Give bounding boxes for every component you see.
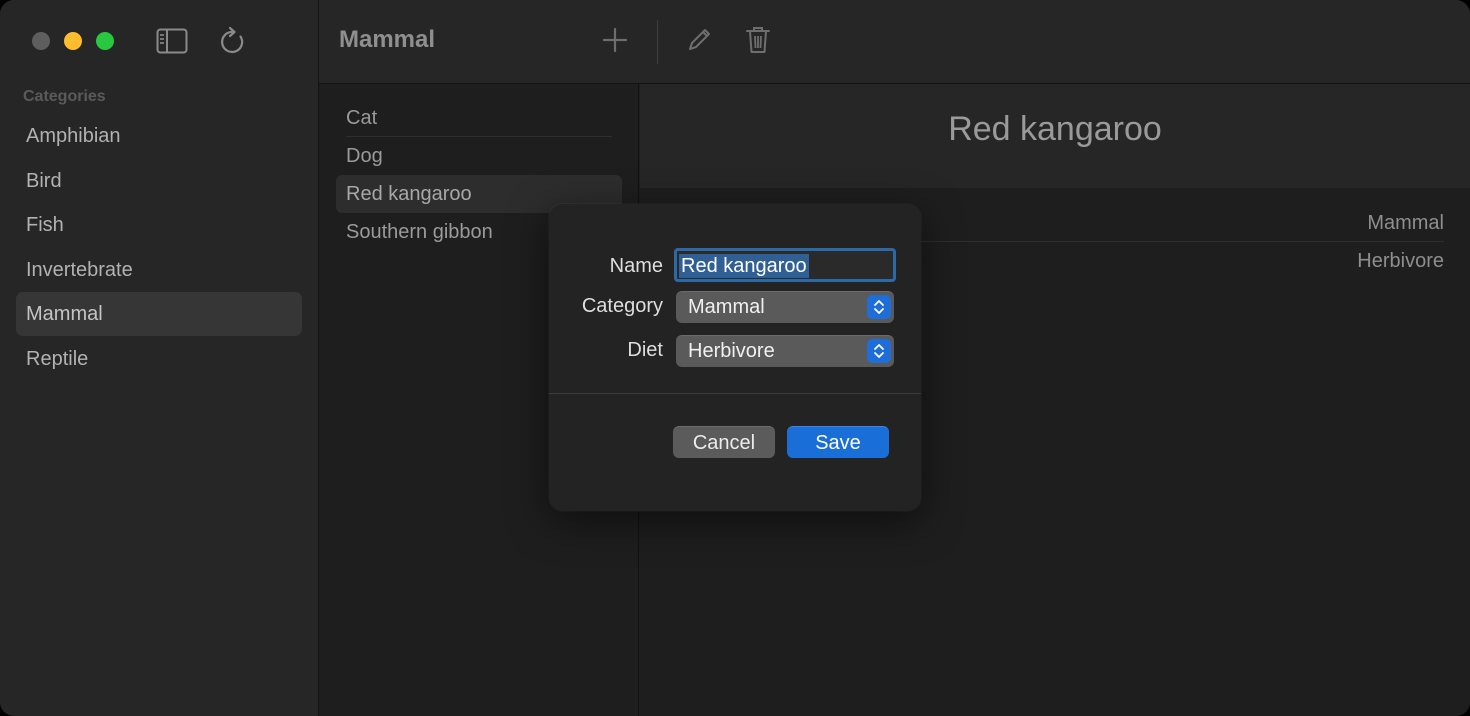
pencil-icon (689, 29, 710, 50)
edit-animal-dialog: Name Red kangaroo Category Mammal Diet H… (549, 204, 921, 511)
detail-title: Red kangaroo (948, 110, 1162, 148)
toolbar: Mammal (319, 0, 1470, 84)
diet-label: Diet (627, 339, 663, 361)
toolbar-title: Mammal (339, 26, 436, 53)
edit-button[interactable] (679, 20, 719, 60)
toolbar-divider (657, 20, 658, 64)
save-button[interactable]: Save (787, 426, 889, 458)
name-field-value[interactable]: Red kangaroo (679, 254, 809, 278)
sidebar-item-invertebrate[interactable]: Invertebrate (16, 248, 302, 292)
dialog-divider (549, 393, 921, 394)
category-label: Category (581, 295, 663, 317)
name-label: Name (609, 255, 663, 277)
diet-select-value: Herbivore (688, 340, 775, 362)
list-item-dog[interactable]: Dog (336, 137, 622, 175)
chevron-up-down-icon (867, 295, 891, 319)
category-select[interactable]: Mammal (676, 291, 894, 323)
add-button[interactable] (595, 20, 635, 60)
sidebar-item-fish[interactable]: Fish (16, 203, 302, 247)
sidebar-item-amphibian[interactable]: Amphibian (16, 114, 302, 158)
list-item-cat[interactable]: Cat (336, 99, 622, 137)
cancel-button[interactable]: Cancel (673, 426, 775, 458)
sidebar-item-mammal[interactable]: Mammal (16, 292, 302, 336)
maximize-window-button[interactable] (96, 32, 114, 50)
refresh-button[interactable] (216, 24, 250, 58)
categories-section-title: Categories (23, 88, 106, 105)
chevron-up-down-icon (867, 339, 891, 363)
trash-icon (746, 27, 770, 53)
diet-select[interactable]: Herbivore (676, 335, 894, 367)
app-window: Categories Amphibian Bird Fish Invertebr… (0, 0, 1470, 716)
category-select-value: Mammal (688, 296, 765, 318)
sidebar-item-bird[interactable]: Bird (16, 159, 302, 203)
plus-icon (602, 27, 628, 53)
sidebar-toggle-icon (156, 28, 188, 54)
sidebar-item-reptile[interactable]: Reptile (16, 337, 302, 381)
delete-button[interactable] (738, 20, 778, 60)
refresh-icon (221, 26, 244, 54)
sidebar-toggle-button[interactable] (155, 24, 189, 58)
minimize-window-button[interactable] (64, 32, 82, 50)
categories-list: Amphibian Bird Fish Invertebrate Mammal … (16, 114, 302, 381)
close-window-button[interactable] (32, 32, 50, 50)
sidebar: Categories Amphibian Bird Fish Invertebr… (0, 0, 319, 716)
detail-header: Red kangaroo (640, 84, 1470, 188)
